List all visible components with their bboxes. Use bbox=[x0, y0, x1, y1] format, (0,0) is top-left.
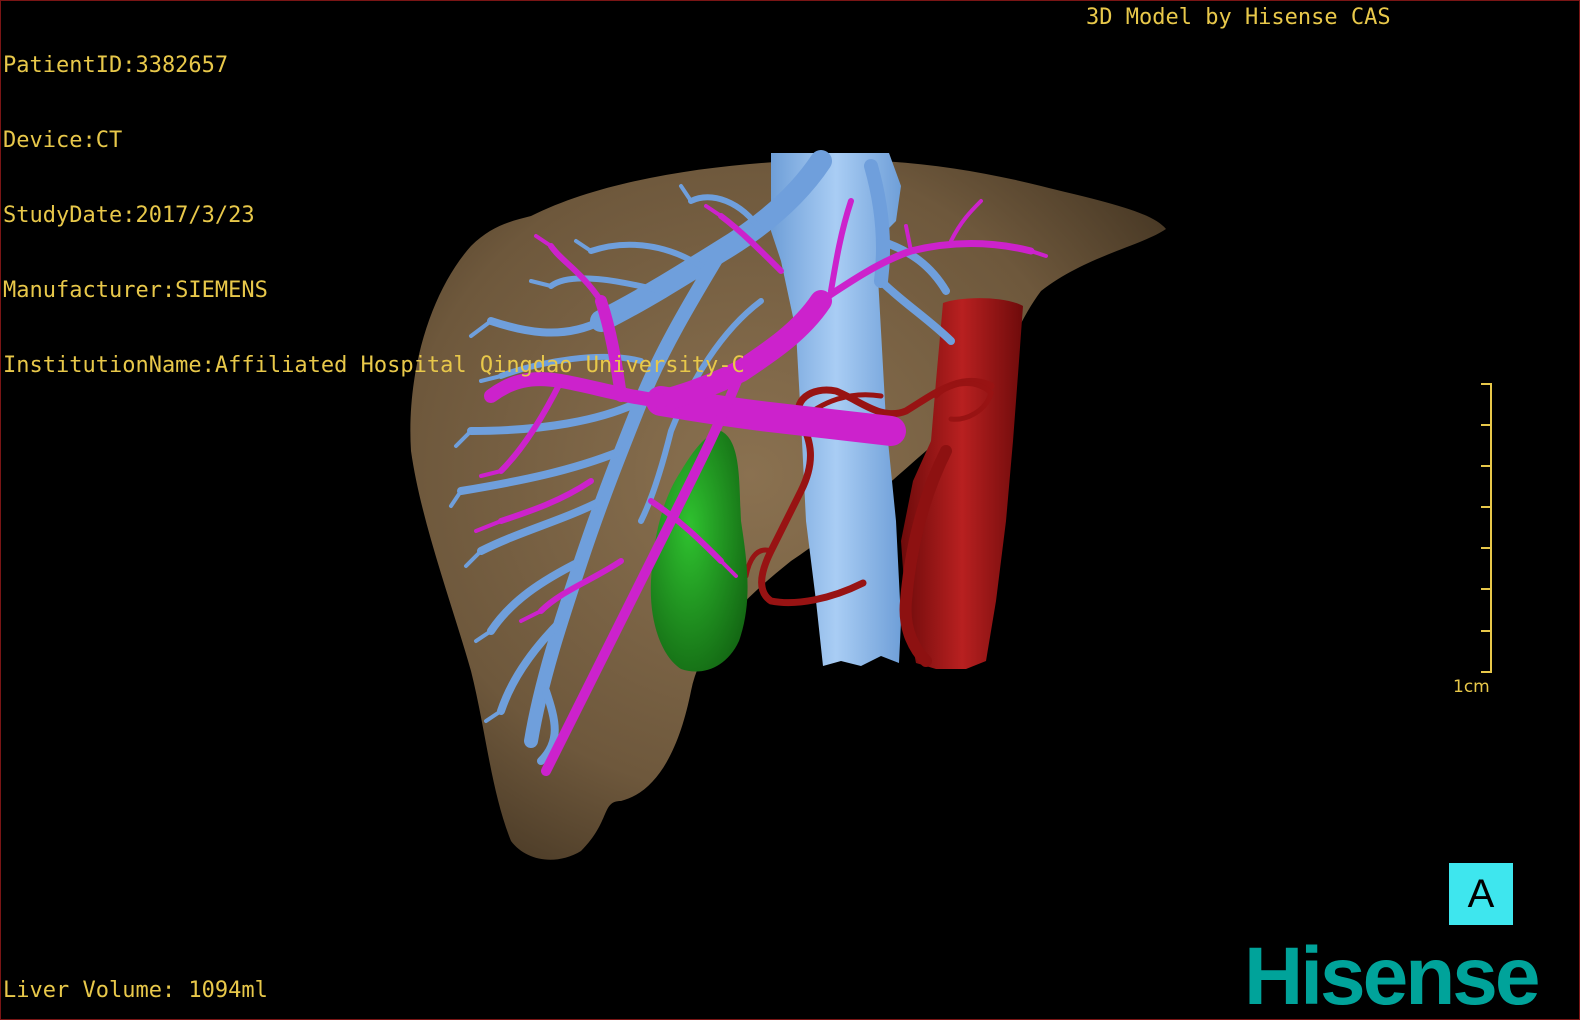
device: Device:CT bbox=[3, 128, 123, 153]
model-credit: 3D Model by Hisense CAS bbox=[1086, 5, 1391, 30]
scale-bar bbox=[1481, 383, 1492, 673]
3d-viewport[interactable]: PatientID:3382657 Device:CT StudyDate:20… bbox=[0, 0, 1580, 1020]
scale-label: 1cm bbox=[1453, 677, 1490, 697]
study-date: StudyDate:2017/3/23 bbox=[3, 203, 255, 228]
hisense-logo: Hisense bbox=[1244, 931, 1541, 1020]
patient-info-panel: PatientID:3382657 Device:CT StudyDate:20… bbox=[3, 3, 745, 428]
view-orientation-label[interactable]: A bbox=[1449, 863, 1513, 925]
patient-id: PatientID:3382657 bbox=[3, 53, 229, 78]
manufacturer: Manufacturer:SIEMENS bbox=[3, 278, 268, 303]
liver-volume: Liver Volume: 1094ml bbox=[3, 978, 268, 1003]
institution-name: InstitutionName:Affiliated Hospital Qing… bbox=[3, 353, 745, 378]
